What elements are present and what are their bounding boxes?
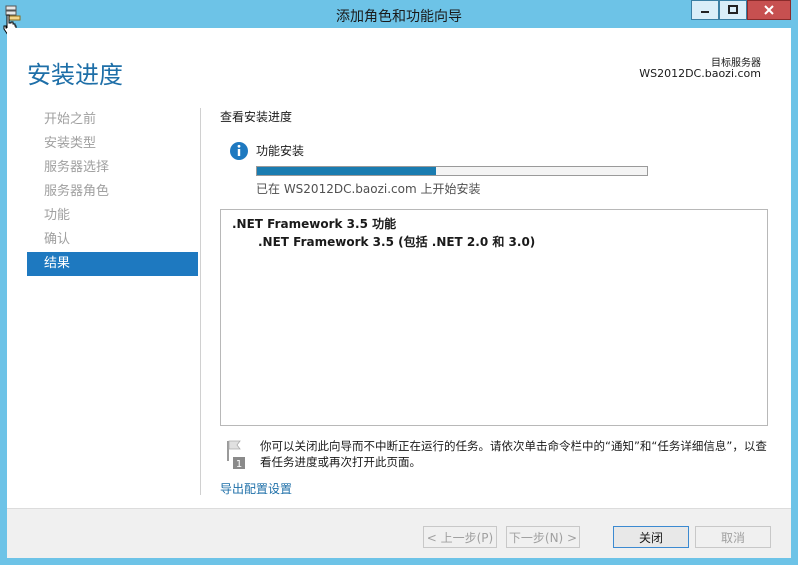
notification-flag-icon: 1	[224, 439, 246, 470]
svg-text:1: 1	[236, 459, 242, 469]
close-icon	[764, 5, 774, 15]
nav-item-server-roles[interactable]: 服务器角色	[27, 180, 198, 204]
maximize-icon	[728, 5, 738, 14]
minimize-button[interactable]	[691, 0, 719, 20]
window-title: 添加角色和功能向导	[336, 9, 462, 25]
next-button[interactable]: 下一步(N) >	[506, 526, 580, 548]
nav-item-installation-type[interactable]: 安装类型	[27, 132, 198, 156]
install-progress-fill	[257, 167, 437, 175]
maximize-button[interactable]	[719, 0, 747, 20]
wizard-footer: < 上一步(P) 下一步(N) > 关闭 取消	[7, 508, 791, 558]
nav-item-confirmation[interactable]: 确认	[27, 228, 198, 252]
feature-item: .NET Framework 3.5 功能	[232, 217, 397, 231]
content-heading: 查看安装进度	[220, 110, 293, 124]
progress-label: 功能安装	[256, 144, 305, 158]
results-list[interactable]: .NET Framework 3.5 功能 .NET Framework 3.5…	[220, 209, 768, 426]
nav-divider	[200, 108, 201, 495]
install-progress-bar	[256, 166, 648, 176]
close-button[interactable]: 关闭	[613, 526, 689, 548]
previous-button[interactable]: < 上一步(P)	[423, 526, 497, 548]
wizard-window: 安装进度 目标服务器 WS2012DC.baozi.com 开始之前 安装类型 …	[7, 28, 791, 558]
wizard-nav: 开始之前 安装类型 服务器选择 服务器角色 功能 确认 结果	[27, 108, 198, 276]
install-status: 已在 WS2012DC.baozi.com 上开始安装	[256, 182, 481, 196]
export-configuration-link[interactable]: 导出配置设置	[220, 480, 292, 497]
nav-item-features[interactable]: 功能	[27, 204, 198, 228]
title-bar[interactable]: 添加角色和功能向导	[0, 0, 798, 28]
nav-item-server-selection[interactable]: 服务器选择	[27, 156, 198, 180]
close-wizard-notice: 你可以关闭此向导而不中断正在运行的任务。请依次单击命令栏中的“通知”和“任务详细…	[260, 439, 767, 469]
nav-item-results[interactable]: 结果	[27, 252, 198, 276]
info-icon	[229, 141, 249, 161]
nav-item-before-you-begin[interactable]: 开始之前	[27, 108, 198, 132]
minimize-icon	[701, 11, 709, 13]
page-title: 安装进度	[27, 61, 123, 89]
feature-subitem: .NET Framework 3.5 (包括 .NET 2.0 和 3.0)	[258, 235, 536, 249]
destination-server-name: WS2012DC.baozi.com	[639, 67, 761, 80]
close-window-button[interactable]	[747, 0, 791, 20]
cancel-button[interactable]: 取消	[695, 526, 771, 548]
